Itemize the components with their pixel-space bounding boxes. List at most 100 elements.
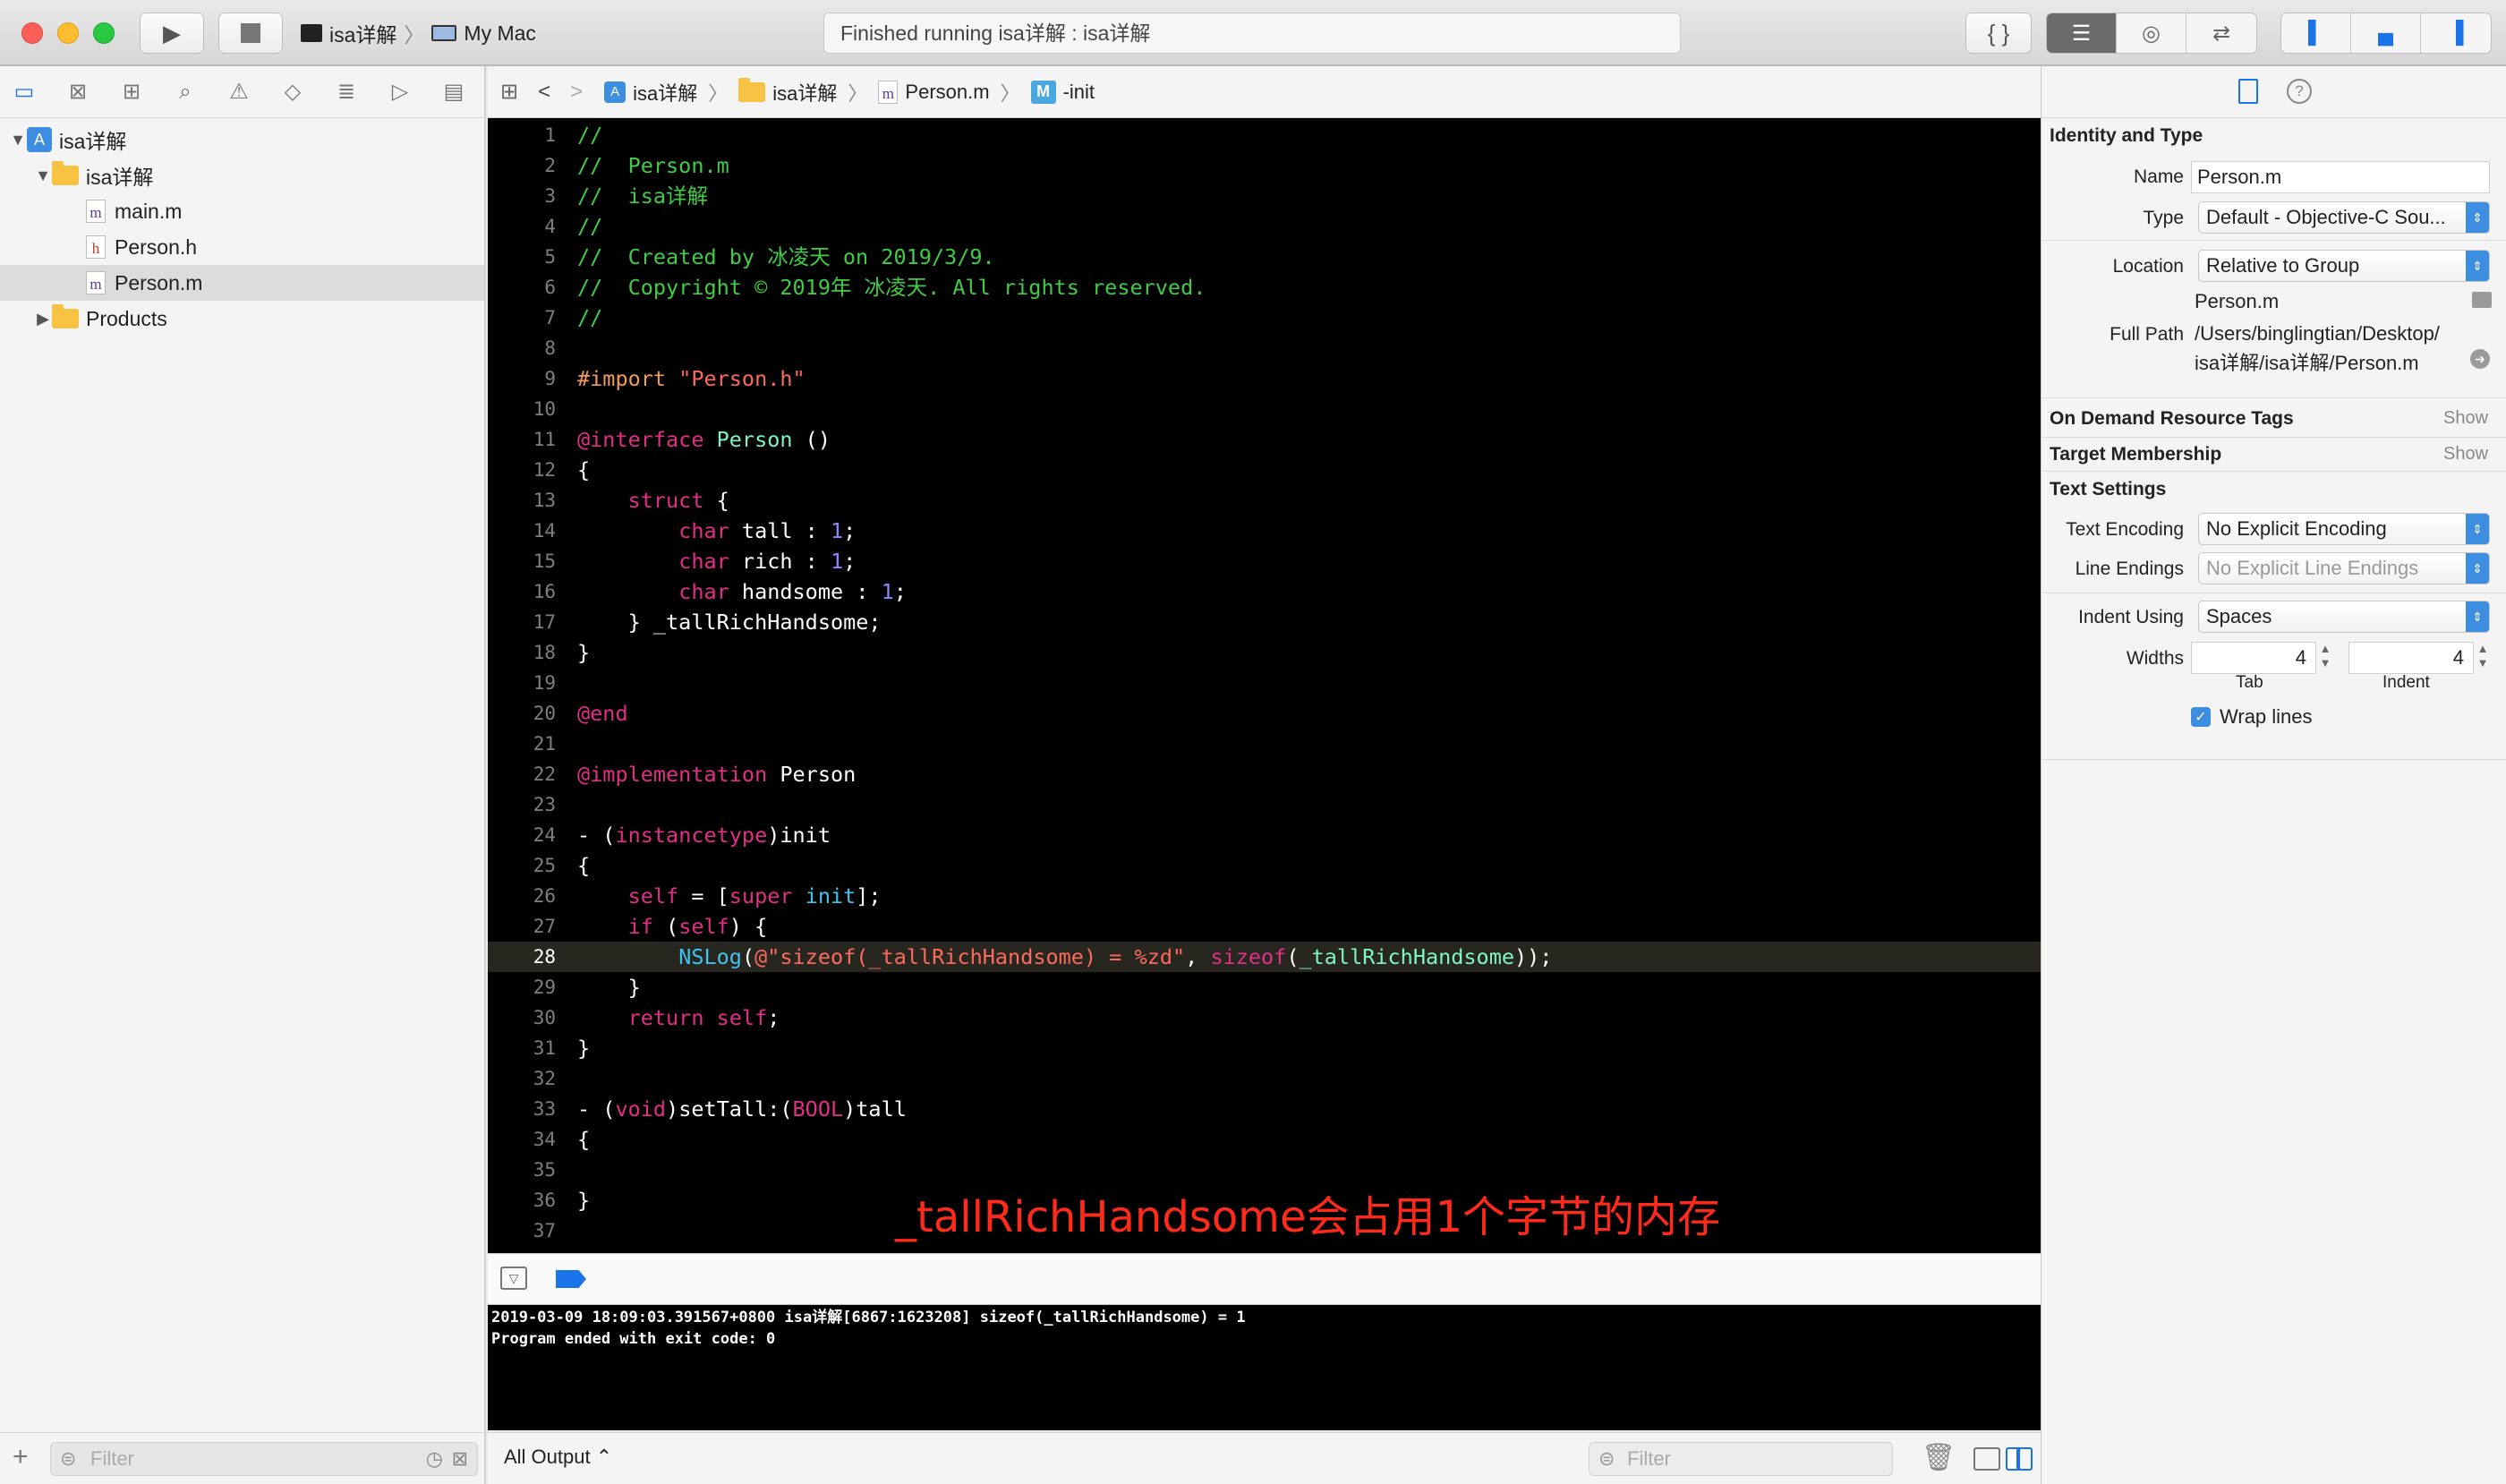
close-window-button[interactable] [21,22,43,44]
folder-nav-icon[interactable]: ▭ [11,80,38,105]
code-line[interactable]: 33 - (void)setTall:(BOOL)tall [488,1094,2041,1124]
code-line[interactable]: 30 return self; [488,1002,2041,1033]
indent-stepper[interactable]: ▲ ▼ [2476,642,2490,674]
file-inspector-icon[interactable] [2238,79,2258,104]
split-left-icon[interactable] [1973,1447,2000,1471]
code-line[interactable]: 12 { [488,455,2041,485]
breakpoint-icon[interactable]: ▷ [387,80,413,105]
toggle-inspector-button[interactable]: ▐ [2421,13,2491,53]
search-icon[interactable]: ⌕ [172,80,199,105]
scheme-selector[interactable]: isa详解 〉 My Mac [301,13,560,54]
code-line[interactable]: 28 NSLog(@"sizeof(_tallRichHandsome) = %… [488,942,2041,972]
location-popup[interactable]: Relative to Group ⇕ [2198,250,2490,282]
toggle-navigator-button[interactable]: ▌ [2281,13,2351,53]
source-control-icon[interactable]: ⊠ [64,80,91,105]
endings-popup[interactable]: No Explicit Line Endings ⇕ [2198,552,2490,584]
tab-stepper[interactable]: ▲ ▼ [2318,642,2332,674]
tree-file-main[interactable]: m main.m [0,193,484,229]
odr-show-link[interactable]: Show [2443,408,2488,429]
code-line[interactable]: 10 [488,394,2041,424]
related-items-icon[interactable]: ⊞ [500,79,518,105]
code-line[interactable]: 34 { [488,1124,2041,1155]
tree-project[interactable]: ▼ A isa详解 [0,122,484,158]
code-line[interactable]: 25 { [488,850,2041,881]
test-icon[interactable]: ◇ [279,80,306,105]
run-button[interactable]: ▶ [140,13,204,54]
wrap-lines-checkbox[interactable]: ✓ Wrap lines [2191,705,2313,729]
target-show-link[interactable]: Show [2443,444,2488,465]
code-line[interactable]: 3 // isa详解 [488,181,2041,211]
indent-using-popup[interactable]: Spaces ⇕ [2198,601,2490,633]
zoom-window-button[interactable] [93,22,115,44]
forward-icon[interactable]: > [570,80,583,105]
navigator-filter-input[interactable]: ⊜ Filter ◷ ⊠ [50,1442,478,1476]
version-editor-button[interactable]: ⇄ [2186,13,2256,53]
code-line[interactable]: 7 // [488,303,2041,333]
source-editor[interactable]: 1 // 2 // Person.m 3 // isa详解 4 // 5 // Created b… [488,118,2041,1253]
breakpoints-toggle-icon[interactable] [556,1270,586,1288]
code-line[interactable]: 31} [488,1033,2041,1063]
code-line[interactable]: 27 if (self) { [488,911,2041,942]
help-icon[interactable]: ? [2287,79,2312,104]
code-line[interactable]: 32 [488,1063,2041,1094]
trash-icon[interactable]: 🗑 [1922,1442,1956,1473]
code-line[interactable]: 23 [488,789,2041,820]
code-line[interactable]: 13 struct { [488,485,2041,516]
symbol-nav-icon[interactable]: ⊞ [118,80,145,105]
code-line[interactable]: 19 [488,668,2041,698]
crumb-file[interactable]: m Person.m [878,80,990,104]
output-selector[interactable]: All Output ⌃ [504,1446,612,1469]
add-icon[interactable]: + [13,1442,29,1472]
scm-filter-icon[interactable]: ⊠ [452,1443,468,1475]
library-button[interactable]: { } [1965,13,2032,54]
reveal-arrow-icon[interactable]: ➜ [2470,349,2490,369]
tree-file-person-h[interactable]: h Person.h [0,229,484,265]
code-line[interactable]: 8 [488,333,2041,363]
code-line[interactable]: 15 char rich : 1; [488,546,2041,576]
encoding-popup[interactable]: No Explicit Encoding ⇕ [2198,513,2490,545]
indent-width-field[interactable]: 4 [2348,642,2474,674]
code-line[interactable]: 24 - (instancetype)init [488,820,2041,850]
code-line[interactable]: 11 @interface Person () [488,424,2041,455]
console-output[interactable]: 2019-03-09 18:09:03.391567+0800 isa详解[68… [488,1305,2041,1430]
report-icon[interactable]: ▤ [440,80,467,105]
code-line[interactable]: 4 // [488,211,2041,242]
code-line[interactable]: 29 } [488,972,2041,1002]
tree-group-products[interactable]: ▶ Products [0,301,484,337]
crumb-group[interactable]: isa详解 [738,77,837,107]
recent-icon[interactable]: ◷ [426,1443,443,1475]
code-line[interactable]: 26 self = [super init]; [488,881,2041,911]
debug-nav-icon[interactable]: ≣ [333,80,360,105]
tree-file-person-m[interactable]: m Person.m [0,265,484,301]
stop-button[interactable] [218,13,283,54]
code-line[interactable]: 9 #import "Person.h" [488,363,2041,394]
code-line[interactable]: 22 @implementation Person [488,759,2041,789]
tab-width-field[interactable]: 4 [2191,642,2316,674]
code-line[interactable]: 20 @end [488,698,2041,729]
warning-icon[interactable]: ⚠ [226,80,252,105]
code-line[interactable]: 2 // Person.m [488,150,2041,181]
code-line[interactable]: 21 [488,729,2041,759]
console-filter-input[interactable]: ⊜ Filter [1589,1442,1893,1476]
crumb-project[interactable]: A isa详解 [604,78,697,107]
name-field[interactable]: Person.m [2191,161,2490,193]
tree-group-isa[interactable]: ▼ isa详解 [0,158,484,193]
back-icon[interactable]: < [538,80,550,105]
standard-editor-button[interactable]: ☰ [2047,13,2117,53]
code-line[interactable]: 17 } _tallRichHandsome; [488,607,2041,637]
minimize-window-button[interactable] [57,22,79,44]
code-line[interactable]: 5 // Created by 冰凌天 on 2019/3/9. [488,242,2041,272]
hide-debug-icon[interactable]: ▽ [500,1267,527,1290]
code-line[interactable]: 35 [488,1155,2041,1185]
code-line[interactable]: 1 // [488,120,2041,150]
split-right-icon[interactable] [2006,1447,2033,1471]
type-popup[interactable]: Default - Objective-C Sou... ⇕ [2198,201,2490,234]
code-line[interactable]: 6 // Copyright © 2019年 冰凌天. All rights re… [488,272,2041,303]
folder-reveal-icon[interactable] [2472,292,2492,308]
assistant-editor-button[interactable]: ◎ [2117,13,2186,53]
code-line[interactable]: 16 char handsome : 1; [488,576,2041,607]
code-line[interactable]: 14 char tall : 1; [488,516,2041,546]
toggle-debug-button[interactable]: ▄ [2351,13,2421,53]
code-line[interactable]: 18} [488,637,2041,668]
crumb-method[interactable]: M -init [1030,80,1095,104]
